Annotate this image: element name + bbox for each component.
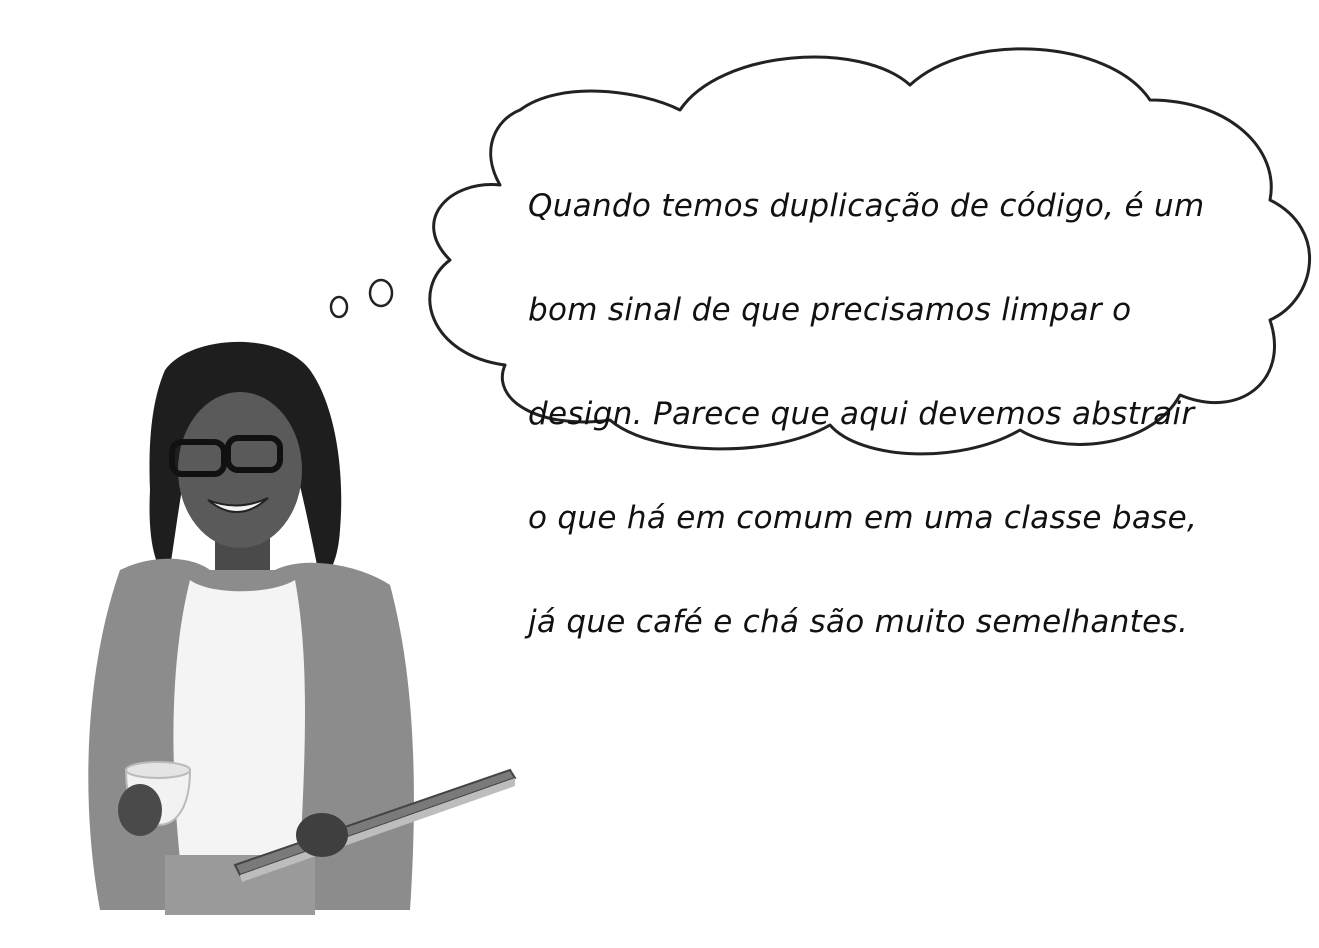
page: Quando temos duplicação de código, é um … (0, 0, 1319, 948)
left-hand (118, 784, 162, 836)
right-hand (296, 813, 348, 857)
thought-line-3: design. Parece que aqui devemos abstrair (528, 396, 1195, 432)
thought-circle-large (368, 278, 394, 308)
thought-circle-small (329, 295, 349, 319)
thought-line-4: o que há em comum em uma classe base, (528, 500, 1198, 536)
thought-line-2: bom sinal de que precisamos limpar o (528, 292, 1132, 328)
thought-line-5: já que café e chá são muito semelhantes. (528, 604, 1189, 640)
white-top (173, 580, 305, 860)
thought-line-1: Quando temos duplicação de código, é um (528, 188, 1205, 224)
thought-text: Quando temos duplicação de código, é um … (528, 128, 1228, 700)
person-illustration (88, 341, 517, 915)
